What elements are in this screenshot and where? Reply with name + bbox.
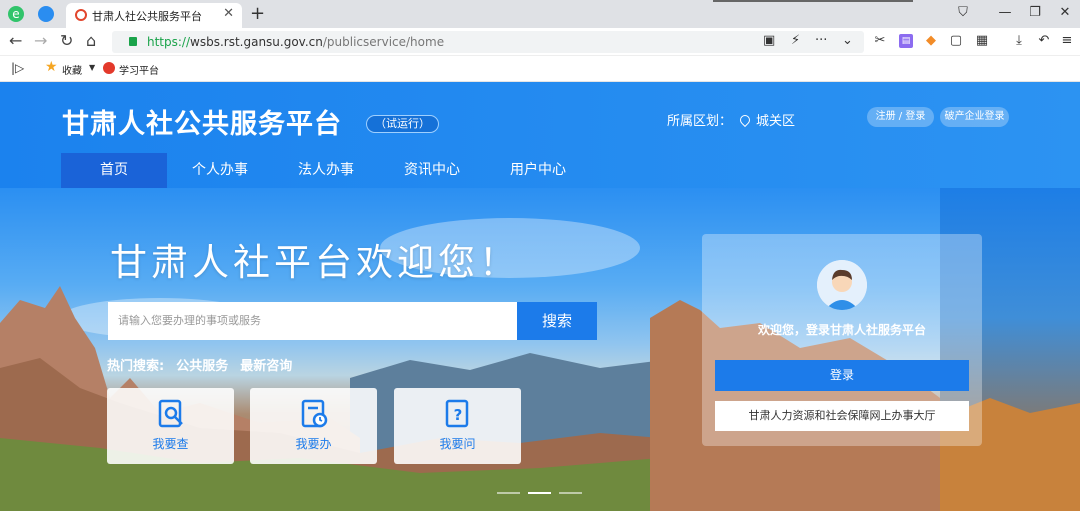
tab-close-icon[interactable]: ✕	[223, 6, 234, 21]
study-platform-icon	[103, 62, 115, 74]
search-input[interactable]	[108, 302, 518, 340]
user-avatar-icon	[817, 260, 867, 310]
telegram-icon[interactable]	[38, 6, 54, 22]
extension-icon[interactable]: ▤	[899, 34, 913, 48]
online-hall-button[interactable]: 甘肃人力资源和社会保障网上办事大厅	[715, 401, 969, 431]
location-pin-icon	[737, 112, 753, 128]
browser-tab-strip: e 甘肃人社公共服务平台 ✕ + ⛉ — ❐ ✕	[0, 0, 1080, 28]
ask-icon: ?	[445, 399, 468, 428]
scissors-icon[interactable]: ✂	[873, 34, 887, 48]
nav-user-center[interactable]: 用户中心	[485, 153, 591, 188]
avatar	[817, 260, 867, 310]
skin-icon[interactable]: ⛉	[948, 0, 978, 28]
reload-icon[interactable]: ↻	[60, 31, 73, 50]
hot-search-item[interactable]: 最新咨询	[240, 359, 292, 374]
nav-news[interactable]: 资讯中心	[379, 153, 485, 188]
hot-search-item[interactable]: 公共服务	[176, 359, 228, 374]
region-label: 所属区划：	[667, 114, 733, 129]
handle-icon	[301, 399, 327, 428]
home-icon[interactable]: ⌂	[86, 31, 96, 50]
hot-search-label: 热门搜索:	[107, 359, 165, 374]
welcome-text: 欢迎您，登录甘肃人社服务平台	[757, 323, 926, 337]
lightning-icon[interactable]: ⚡	[791, 33, 800, 48]
search-button[interactable]: 搜索	[517, 302, 597, 340]
reader-icon[interactable]: ▢	[949, 34, 963, 48]
star-icon: ★	[45, 59, 58, 75]
svg-text:e: e	[12, 7, 19, 21]
back-icon[interactable]: ←	[9, 31, 22, 50]
login-panel: 欢迎您，登录甘肃人社服务平台 登录 甘肃人力资源和社会保障网上办事大厅	[702, 234, 982, 446]
svg-text:?: ?	[453, 406, 462, 424]
login-button[interactable]: 登录	[715, 360, 969, 391]
secure-lock-icon	[129, 37, 137, 46]
carousel-dot[interactable]	[559, 492, 582, 494]
nav-home[interactable]: 首页	[61, 153, 167, 188]
address-bar[interactable]: https://wsbs.rst.gansu.gov.cn/publicserv…	[112, 31, 864, 53]
bookmarks-bar: |▷ ★ 收藏 ▼ 学习平台	[0, 56, 1080, 82]
bookmark-study-platform[interactable]: 学习平台	[119, 62, 159, 77]
address-url[interactable]: https://wsbs.rst.gansu.gov.cn/publicserv…	[147, 35, 444, 49]
menu-icon[interactable]: ≡	[1060, 34, 1074, 48]
nav-legal-entity[interactable]: 法人办事	[273, 153, 379, 188]
forward-icon[interactable]: →	[34, 31, 47, 50]
handle-card[interactable]: 我要办	[250, 388, 377, 464]
carousel-indicators	[497, 492, 582, 494]
window-edge	[713, 0, 913, 2]
ask-card[interactable]: ? 我要问	[394, 388, 521, 464]
close-window-button[interactable]: ✕	[1050, 0, 1080, 28]
bankruptcy-login-button[interactable]: 破产企业登录	[940, 107, 1009, 127]
sidebar-toggle-icon[interactable]: |▷	[11, 61, 24, 75]
query-card[interactable]: 我要查	[107, 388, 234, 464]
site-title[interactable]: 甘肃人社公共服务平台	[62, 102, 342, 141]
browser-logo-icon[interactable]: e	[7, 5, 25, 23]
region-selector[interactable]: 所属区划： 城关区	[667, 110, 795, 129]
minimize-button[interactable]: —	[990, 0, 1020, 28]
undo-icon[interactable]: ↶	[1037, 34, 1051, 48]
new-tab-button[interactable]: +	[250, 3, 265, 24]
bookmark-favorites[interactable]: 收藏	[62, 62, 82, 77]
trial-badge: （试运行）	[366, 115, 439, 133]
window-controls: ⛉ — ❐ ✕	[948, 0, 1080, 28]
nav-personal[interactable]: 个人办事	[167, 153, 273, 188]
tab-title: 甘肃人社公共服务平台	[92, 10, 202, 23]
browser-tab-active[interactable]: 甘肃人社公共服务平台 ✕	[66, 3, 242, 28]
chevron-down-icon[interactable]: ⌄	[842, 33, 853, 48]
apps-icon[interactable]: ▦	[975, 34, 989, 48]
site-favicon-icon	[75, 9, 87, 21]
query-icon	[158, 399, 183, 428]
hero-banner: 甘肃人社平台欢迎您！ 搜索 热门搜索: 公共服务最新咨询 我要查 我要办 ? 我要…	[0, 188, 1080, 511]
query-card-label: 我要查	[152, 437, 189, 451]
gamepad-icon[interactable]: ◆	[924, 34, 938, 48]
site-header: 甘肃人社公共服务平台 （试运行） 所属区划： 城关区 注册 / 登录 破产企业登录…	[0, 82, 1080, 188]
handle-card-label: 我要办	[295, 437, 332, 451]
restore-button[interactable]: ❐	[1020, 0, 1050, 28]
region-value[interactable]: 城关区	[756, 114, 795, 129]
register-login-button[interactable]: 注册 / 登录	[867, 107, 934, 127]
address-toolbar: ← → ↻ ⌂ https://wsbs.rst.gansu.gov.cn/pu…	[0, 28, 1080, 56]
hero-title: 甘肃人社平台欢迎您！	[110, 241, 520, 284]
carousel-dot[interactable]	[497, 492, 520, 494]
download-icon[interactable]: ⤓	[1012, 34, 1026, 48]
caret-down-icon[interactable]: ▼	[89, 63, 95, 72]
main-nav: 首页 个人办事 法人办事 资讯中心 用户中心	[61, 153, 591, 188]
screenshot-icon[interactable]: ▣	[763, 33, 775, 48]
ask-card-label: 我要问	[439, 437, 476, 451]
carousel-dot-active[interactable]	[528, 492, 551, 494]
hot-search: 热门搜索: 公共服务 最新咨询	[107, 355, 304, 374]
more-icon[interactable]: ···	[815, 33, 827, 48]
